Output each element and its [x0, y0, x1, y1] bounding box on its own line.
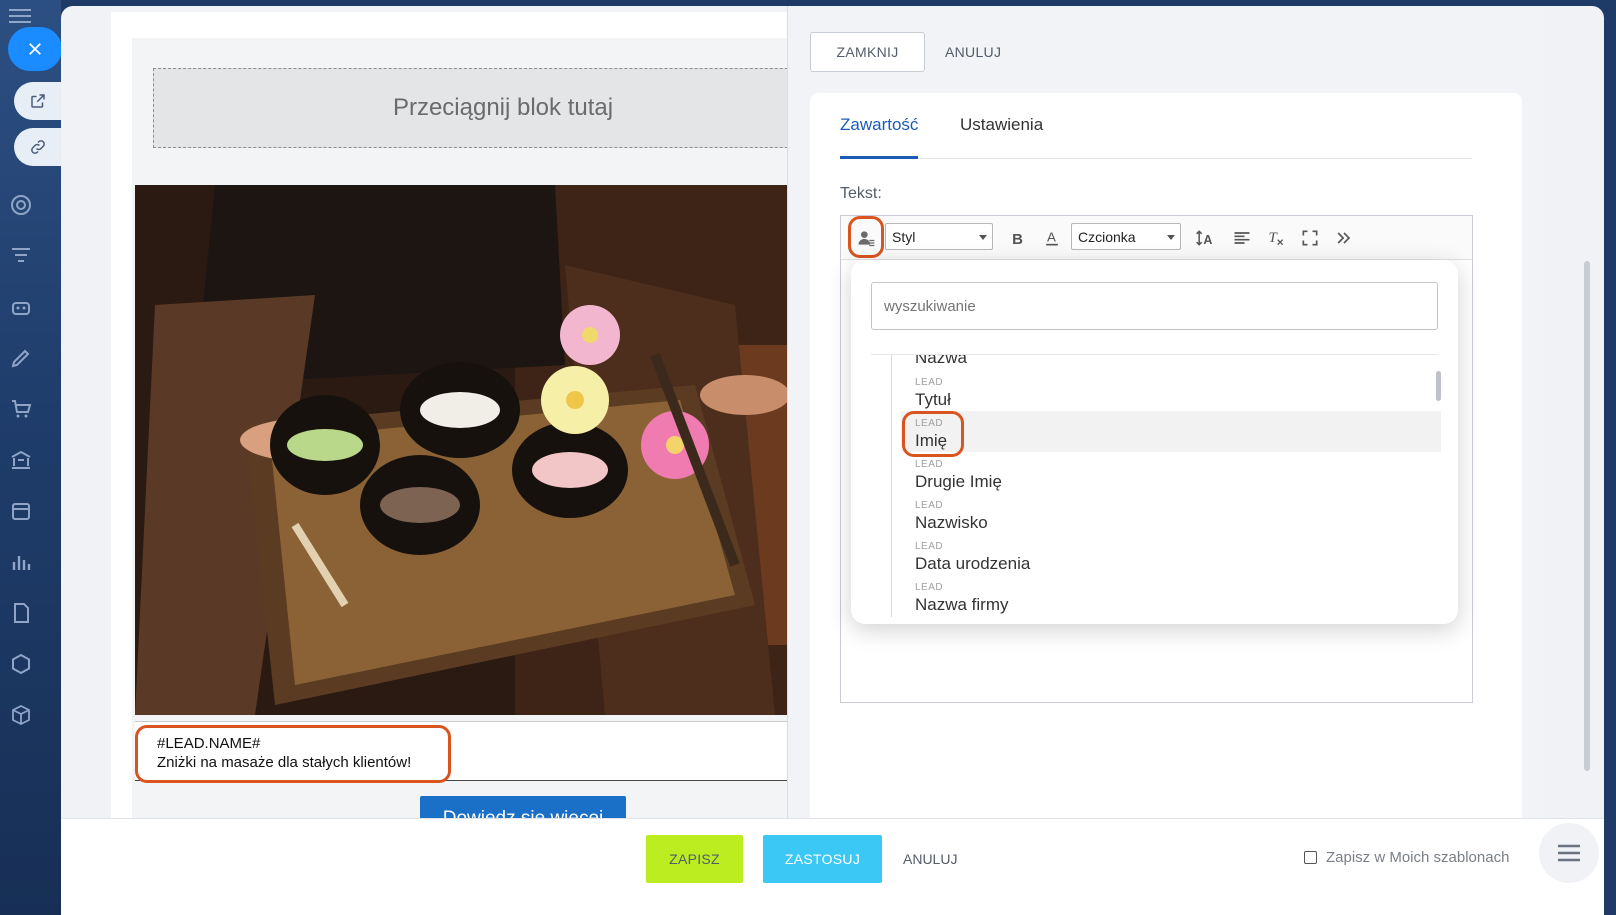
clear-format-icon: T — [1269, 230, 1284, 246]
bold-button[interactable]: B — [1005, 225, 1031, 251]
external-link-icon — [31, 94, 45, 108]
svg-text:T: T — [1269, 230, 1279, 246]
align-button[interactable] — [1229, 225, 1255, 251]
text-field-label: Tekst: — [840, 185, 882, 202]
cart-icon[interactable] — [9, 397, 33, 421]
bottom-action-bar: ZAPISZ ZASTOSUJ ANULUJ Zapisz w Moich sz… — [61, 818, 1604, 915]
hexagon-icon[interactable] — [9, 652, 33, 676]
slider-sheet: Przeciągnij blok tutaj #LEAD.NAME# Zniżk… — [61, 6, 1604, 915]
field-list: Nazwa LEAD Tytuł LEAD Imię LEAD Drugie I… — [871, 355, 1441, 617]
svg-text:A: A — [1047, 229, 1056, 244]
svg-text:A: A — [1203, 233, 1212, 247]
apply-button[interactable]: ZASTOSUJ — [763, 835, 882, 883]
font-select[interactable]: Czcionka — [1071, 223, 1181, 250]
save-template-checkbox[interactable] — [1304, 851, 1317, 864]
rich-text-editor[interactable]: Styl B A Czcionka A T wyszukiwanie Nazwa… — [840, 215, 1473, 703]
robot-icon[interactable] — [9, 295, 33, 319]
clear-format-button[interactable]: T — [1263, 225, 1289, 251]
highlight-annotation-field — [848, 216, 884, 258]
pen-icon[interactable] — [9, 346, 33, 370]
close-icon — [29, 43, 41, 55]
open-in-new-window-button[interactable] — [14, 82, 62, 120]
document-icon[interactable] — [9, 601, 33, 625]
tab-settings[interactable]: Ustawienia — [960, 115, 1043, 159]
quick-menu-button[interactable] — [1539, 823, 1599, 883]
font-color-icon: A — [1046, 229, 1058, 246]
save-template-label: Zapisz w Moich szablonach — [1326, 849, 1510, 866]
align-icon — [1234, 232, 1250, 244]
fullscreen-icon — [1302, 230, 1318, 246]
fullscreen-button[interactable] — [1297, 225, 1323, 251]
filter-icon[interactable] — [9, 244, 33, 268]
text-block[interactable]: #LEAD.NAME# Zniżki na masaże dla stałych… — [135, 721, 821, 783]
close-panel-button[interactable]: ZAMKNIJ — [810, 32, 925, 72]
block-settings-panel: ZAMKNIJ ANULUJ Zawartość Ustawienia Teks… — [787, 6, 1543, 915]
field-item-nazwisko[interactable]: LEAD Nazwisko — [901, 493, 1441, 534]
cancel-button[interactable]: ANULUJ — [897, 835, 963, 883]
text-size-button[interactable]: A — [1191, 225, 1219, 251]
field-item-data-urodzenia[interactable]: LEAD Data urodzenia — [901, 534, 1441, 575]
list-icon — [1558, 844, 1580, 862]
target-icon[interactable] — [9, 193, 33, 217]
field-item-nazwa[interactable]: Nazwa — [901, 355, 1441, 369]
tab-content[interactable]: Zawartość — [840, 115, 919, 159]
style-select[interactable]: Styl — [885, 223, 993, 250]
link-icon — [31, 140, 45, 154]
save-template-option[interactable]: Zapisz w Moich szablonach — [1304, 849, 1509, 866]
field-item-tytul[interactable]: LEAD Tytuł — [901, 370, 1441, 411]
text-size-icon: A — [1196, 230, 1212, 247]
svg-text:B: B — [1012, 231, 1023, 248]
app-sidebar — [0, 0, 62, 915]
spa-photo[interactable] — [135, 185, 821, 715]
field-picker-popup: Nazwa LEAD Tytuł LEAD Imię LEAD Drugie — [851, 260, 1458, 624]
box-icon[interactable] — [9, 703, 33, 727]
list-scrollbar[interactable] — [1436, 371, 1441, 401]
tab-bar: Zawartość Ustawienia — [840, 115, 1472, 159]
scrollbar[interactable] — [1584, 261, 1590, 771]
highlight-annotation-imie — [902, 411, 964, 457]
bank-icon[interactable] — [9, 448, 33, 472]
block-dropzone[interactable]: Przeciągnij blok tutaj — [153, 68, 853, 148]
settings-card: Zawartość Ustawienia Tekst: Styl B A Czc… — [810, 93, 1522, 915]
more-tools-button[interactable] — [1331, 225, 1357, 251]
more-icon — [1337, 232, 1351, 244]
field-item-imie[interactable]: LEAD Imię — [901, 411, 1441, 452]
chevron-down-icon — [979, 235, 987, 240]
field-item-drugie-imie[interactable]: LEAD Drugie Imię — [901, 452, 1441, 493]
chevron-down-icon — [1167, 235, 1175, 240]
close-slider-button[interactable] — [8, 27, 62, 71]
font-color-button[interactable]: A — [1039, 225, 1065, 251]
field-search-input[interactable] — [871, 282, 1438, 330]
editor-toolbar: Styl B A Czcionka A T — [841, 216, 1472, 260]
cancel-panel-button[interactable]: ANULUJ — [935, 32, 1011, 72]
email-body: Przeciągnij blok tutaj #LEAD.NAME# Zniżk… — [132, 38, 853, 842]
font-select-value: Czcionka — [1078, 229, 1136, 245]
style-select-value: Styl — [892, 229, 916, 245]
tree-line — [891, 355, 892, 617]
calendar-icon[interactable] — [9, 499, 33, 523]
copy-link-button[interactable] — [14, 128, 62, 166]
save-button[interactable]: ZAPISZ — [646, 835, 743, 883]
menu-icon[interactable] — [9, 8, 33, 24]
chart-icon[interactable] — [9, 550, 33, 574]
highlight-annotation-text — [135, 725, 451, 783]
email-canvas: Przeciągnij blok tutaj #LEAD.NAME# Zniżk… — [111, 12, 853, 842]
bold-icon: B — [1012, 231, 1023, 248]
field-item-nazwa-firmy[interactable]: LEAD Nazwa firmy — [901, 575, 1441, 616]
